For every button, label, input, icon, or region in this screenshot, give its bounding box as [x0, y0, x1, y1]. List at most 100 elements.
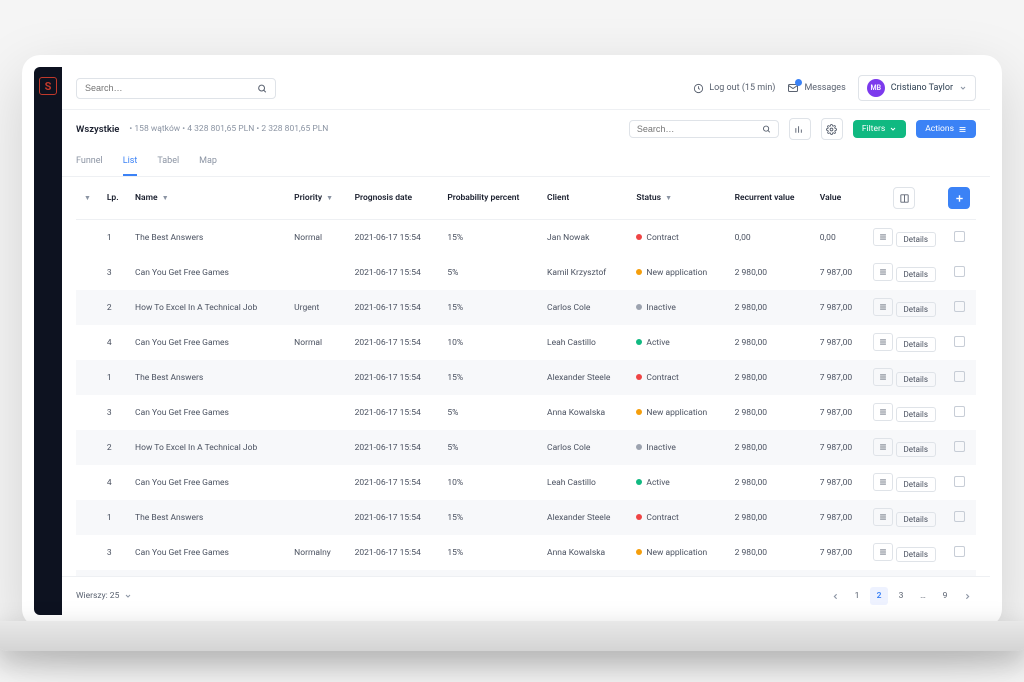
- col-prognosis[interactable]: Prognosis date: [349, 177, 442, 220]
- row-checkbox[interactable]: [954, 546, 965, 557]
- row-menu-button[interactable]: [873, 508, 893, 526]
- cell-value: 7 987,00: [814, 430, 867, 465]
- row-menu-button[interactable]: [873, 368, 893, 386]
- chevron-right-icon: [963, 592, 972, 601]
- row-checkbox[interactable]: [954, 231, 965, 242]
- pager-page[interactable]: 1: [848, 587, 866, 605]
- row-checkbox[interactable]: [954, 476, 965, 487]
- col-sort[interactable]: ▼: [76, 177, 101, 220]
- menu-icon: [878, 547, 888, 557]
- details-button[interactable]: Details: [896, 372, 936, 387]
- table-search[interactable]: [629, 120, 779, 138]
- cell-lp: 3: [101, 535, 129, 570]
- col-status[interactable]: Status ▼: [630, 177, 728, 220]
- col-add[interactable]: [942, 177, 976, 220]
- row-menu-button[interactable]: [873, 298, 893, 316]
- cell-value: 7 987,00: [814, 535, 867, 570]
- details-button[interactable]: Details: [896, 302, 936, 317]
- row-checkbox[interactable]: [954, 441, 965, 452]
- actions-button[interactable]: Actions: [916, 120, 976, 138]
- cell-lp: 1: [101, 220, 129, 256]
- col-recurrent[interactable]: Recurrent value: [729, 177, 814, 220]
- row-checkbox[interactable]: [954, 266, 965, 277]
- cell-priority: Normalny: [288, 535, 348, 570]
- row-menu-button[interactable]: [873, 263, 893, 281]
- details-button[interactable]: Details: [896, 442, 936, 457]
- logout-button[interactable]: Log out (15 min): [693, 83, 775, 94]
- tab-map[interactable]: Map: [199, 148, 217, 176]
- status-dot-icon: [636, 514, 642, 520]
- col-priority[interactable]: Priority ▼: [288, 177, 348, 220]
- cell-status: Active: [630, 465, 728, 500]
- details-button[interactable]: Details: [896, 547, 936, 562]
- tab-list[interactable]: List: [123, 148, 138, 176]
- table-search-input[interactable]: [637, 124, 756, 134]
- cell-name: Can You Get Free Games: [129, 395, 288, 430]
- cell-priority: [288, 500, 348, 535]
- pager-next[interactable]: [958, 587, 976, 605]
- details-button[interactable]: Details: [896, 267, 936, 282]
- cell-client: Alexander Steele: [541, 360, 630, 395]
- details-button[interactable]: Details: [896, 407, 936, 422]
- row-checkbox[interactable]: [954, 301, 965, 312]
- filters-button[interactable]: Filters: [853, 120, 906, 138]
- messages-button[interactable]: Messages: [787, 82, 845, 94]
- status-dot-icon: [636, 269, 642, 275]
- row-menu-button[interactable]: [873, 403, 893, 421]
- col-client[interactable]: Client: [541, 177, 630, 220]
- tab-tabel[interactable]: Tabel: [157, 148, 179, 176]
- row-checkbox[interactable]: [954, 336, 965, 347]
- pager-page[interactable]: 9: [936, 587, 954, 605]
- app-logo: S: [39, 77, 57, 95]
- cell-client: Jan Nowak: [541, 220, 630, 256]
- details-button[interactable]: Details: [896, 512, 936, 527]
- status-dot-icon: [636, 234, 642, 240]
- row-checkbox[interactable]: [954, 406, 965, 417]
- cell-value: 7 987,00: [814, 500, 867, 535]
- cell-pct: 10%: [441, 325, 541, 360]
- row-menu-button[interactable]: [873, 543, 893, 561]
- user-menu[interactable]: MB Cristiano Taylor: [858, 75, 976, 101]
- chart-button[interactable]: [789, 118, 811, 140]
- cell-client: Anna Kowalska: [541, 535, 630, 570]
- pager-page[interactable]: 2: [870, 587, 888, 605]
- row-checkbox[interactable]: [954, 511, 965, 522]
- row-menu-button[interactable]: [873, 333, 893, 351]
- cell-lp: 2: [101, 430, 129, 465]
- settings-button[interactable]: [821, 118, 843, 140]
- col-name[interactable]: Name ▼: [129, 177, 288, 220]
- col-probability[interactable]: Probability percent: [441, 177, 541, 220]
- global-search[interactable]: [76, 78, 276, 99]
- pager-page[interactable]: 3: [892, 587, 910, 605]
- cell-recurrent: 2 980,00: [729, 395, 814, 430]
- details-button[interactable]: Details: [896, 477, 936, 492]
- cell-pct: 15%: [441, 535, 541, 570]
- cell-pct: 15%: [441, 500, 541, 535]
- cell-lp: 4: [101, 325, 129, 360]
- rows-per-page[interactable]: Wierszy: 25: [76, 591, 132, 601]
- cell-lp: 1: [101, 500, 129, 535]
- status-dot-icon: [636, 339, 642, 345]
- cell-pct: 15%: [441, 290, 541, 325]
- col-value[interactable]: Value: [814, 177, 867, 220]
- pager-prev[interactable]: [826, 587, 844, 605]
- row-menu-button[interactable]: [873, 438, 893, 456]
- cell-date: 2021-06-17 15:54: [349, 535, 442, 570]
- col-lp[interactable]: Lp.: [101, 177, 129, 220]
- row-menu-button[interactable]: [873, 473, 893, 491]
- cell-date: 2021-06-17 15:54: [349, 290, 442, 325]
- details-button[interactable]: Details: [896, 337, 936, 352]
- cell-status: New application: [630, 395, 728, 430]
- search-input[interactable]: [85, 83, 251, 93]
- cell-lp: 4: [101, 465, 129, 500]
- cell-date: 2021-06-17 15:54: [349, 220, 442, 256]
- row-checkbox[interactable]: [954, 371, 965, 382]
- cell-pct: 5%: [441, 430, 541, 465]
- pager-page: …: [914, 587, 932, 605]
- col-config[interactable]: [867, 177, 942, 220]
- plus-icon: [954, 193, 965, 204]
- details-button[interactable]: Details: [896, 232, 936, 247]
- tab-funnel[interactable]: Funnel: [76, 148, 103, 176]
- row-menu-button[interactable]: [873, 228, 893, 246]
- cell-lp: 3: [101, 395, 129, 430]
